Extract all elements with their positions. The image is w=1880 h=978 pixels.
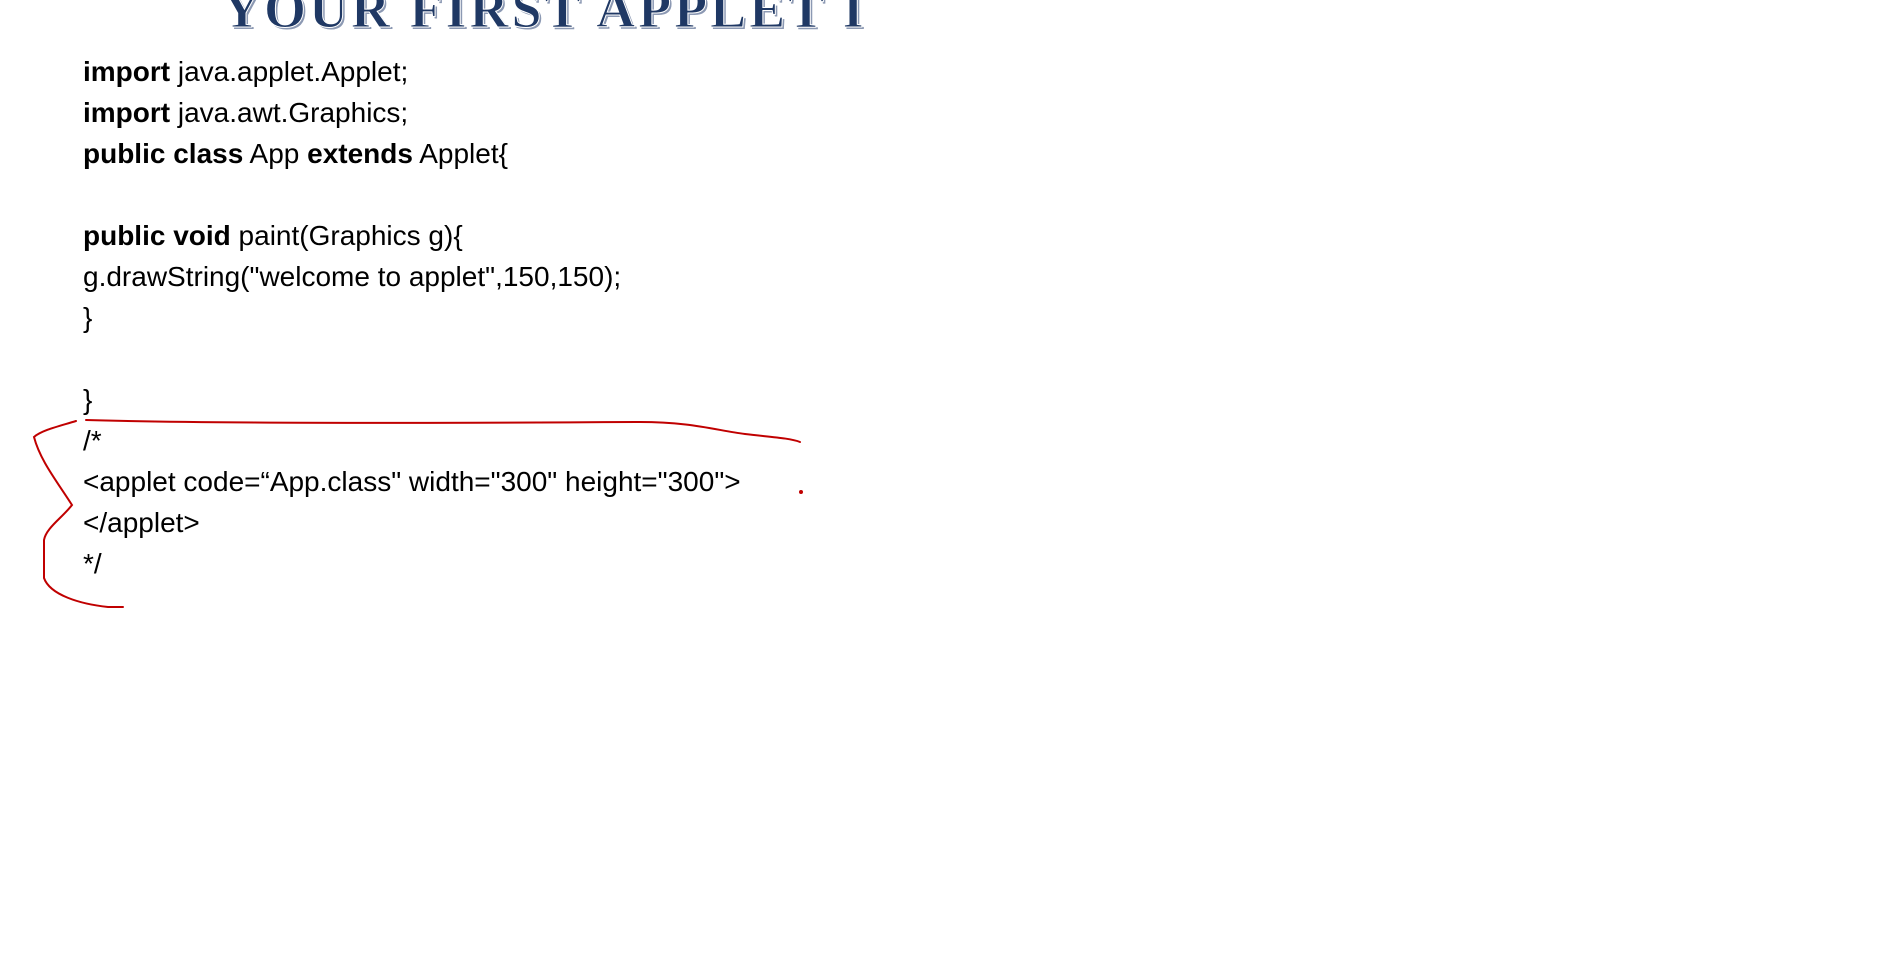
code-line: public void paint(Graphics g){ xyxy=(83,215,741,256)
code-text: /* xyxy=(83,425,102,456)
code-keyword: import xyxy=(83,97,171,128)
code-line: import java.applet.Applet; xyxy=(83,51,741,92)
code-line: /* xyxy=(83,420,741,461)
code-text: App xyxy=(243,138,308,169)
code-text: <applet code=“App.class" width="300" hei… xyxy=(83,466,741,497)
code-line: } xyxy=(83,297,741,338)
code-line: public class App extends Applet{ xyxy=(83,133,741,174)
code-text: } xyxy=(83,302,93,333)
code-keyword: public class xyxy=(83,138,244,169)
code-keyword: public void xyxy=(83,220,231,251)
code-line: </applet> xyxy=(83,502,741,543)
slide-title: YOUR FIRST APPLET I xyxy=(222,0,867,39)
code-line: */ xyxy=(83,543,741,584)
code-text: } xyxy=(83,384,93,415)
code-block: import java.applet.Applet; import java.aw… xyxy=(83,51,741,584)
code-keyword: import xyxy=(83,56,171,87)
code-keyword: extends xyxy=(307,138,413,169)
code-line: } xyxy=(83,379,741,420)
ink-dot xyxy=(799,490,803,494)
code-text: java.applet.Applet; xyxy=(170,56,409,87)
code-line: g.drawString("welcome to applet",150,150… xyxy=(83,256,741,297)
code-text: */ xyxy=(83,548,102,579)
code-line: <applet code=“App.class" width="300" hei… xyxy=(83,461,741,502)
code-line: import java.awt.Graphics; xyxy=(83,92,741,133)
code-text: Applet{ xyxy=(412,138,508,169)
code-text: java.awt.Graphics; xyxy=(170,97,409,128)
code-text: paint(Graphics g){ xyxy=(230,220,463,251)
code-text: </applet> xyxy=(83,507,200,538)
code-text: g.drawString("welcome to applet",150,150… xyxy=(83,261,622,292)
